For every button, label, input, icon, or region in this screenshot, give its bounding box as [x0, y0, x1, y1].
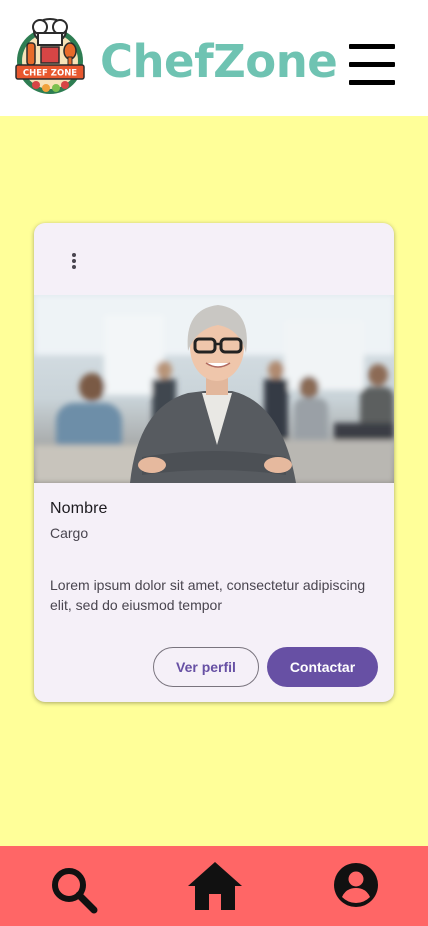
home-icon[interactable] [186, 860, 244, 912]
profile-name: Nombre [50, 500, 108, 517]
contact-button[interactable]: Contactar [267, 647, 378, 687]
top-app-bar: CHEF ZONE ChefZone [0, 0, 428, 116]
profile-card: Nombre Cargo Lorem ipsum dolor sit amet,… [34, 223, 394, 702]
logo-text: CHEF ZONE [23, 69, 77, 79]
profile-description: Lorem ipsum dolor sit amet, consectetur … [50, 577, 366, 613]
more-vertical-icon[interactable] [62, 245, 86, 273]
bottom-navigation-bar [0, 846, 428, 926]
account-icon[interactable] [333, 862, 379, 908]
hamburger-menu-icon[interactable] [349, 44, 395, 86]
chef-zone-logo[interactable]: CHEF ZONE [10, 17, 90, 97]
view-profile-button[interactable]: Ver perfil [153, 647, 259, 687]
profile-photo [34, 295, 394, 483]
profile-role: Cargo [50, 525, 89, 541]
brand-name: ChefZone [100, 35, 338, 88]
search-icon[interactable] [48, 864, 98, 914]
